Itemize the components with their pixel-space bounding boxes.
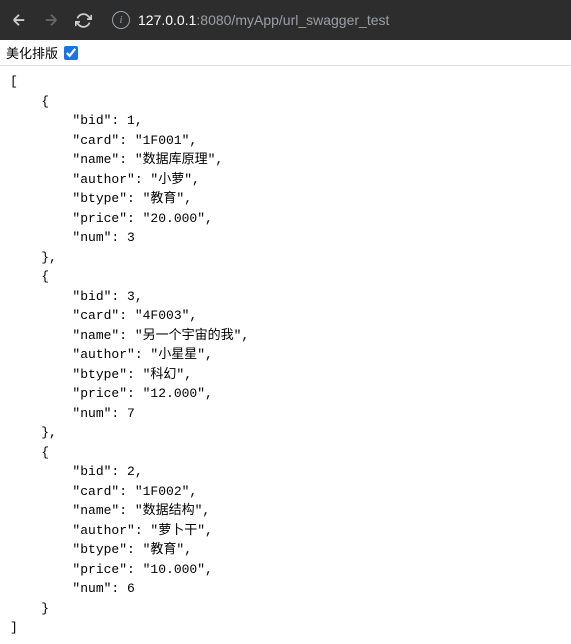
url-port-path: :8080/myApp/url_swagger_test	[196, 12, 389, 28]
browser-toolbar: i 127.0.0.1:8080/myApp/url_swagger_test	[0, 0, 571, 40]
nav-buttons	[10, 11, 92, 29]
pretty-print-bar: 美化排版	[0, 40, 571, 66]
json-content: [ { "bid": 1, "card": "1F001", "name": "…	[0, 66, 571, 644]
back-icon[interactable]	[10, 11, 28, 29]
pretty-print-checkbox[interactable]	[64, 46, 78, 60]
content-area: 美化排版 [ { "bid": 1, "card": "1F001", "nam…	[0, 40, 571, 644]
forward-icon[interactable]	[42, 11, 60, 29]
pretty-print-label: 美化排版	[6, 43, 58, 62]
url-host: 127.0.0.1	[138, 12, 196, 28]
info-icon[interactable]: i	[112, 11, 130, 29]
address-bar[interactable]: i 127.0.0.1:8080/myApp/url_swagger_test	[104, 11, 561, 29]
url-text: 127.0.0.1:8080/myApp/url_swagger_test	[138, 12, 389, 28]
reload-icon[interactable]	[74, 11, 92, 29]
